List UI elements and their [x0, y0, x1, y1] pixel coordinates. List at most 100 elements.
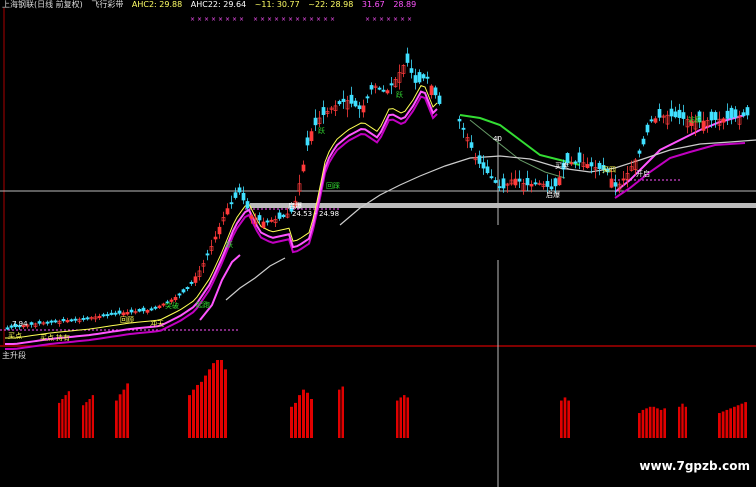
candle-body	[349, 94, 354, 104]
signal-marker: ×	[295, 16, 300, 23]
candle-body	[305, 137, 310, 146]
signal-bar	[663, 408, 666, 438]
signal-marker: ×	[197, 16, 202, 23]
annotation-label: 突破	[165, 301, 179, 310]
candle-body	[669, 108, 674, 117]
candle-body	[245, 201, 250, 209]
signal-bar	[733, 406, 736, 438]
signal-marker: ×	[239, 16, 244, 23]
peak-price-label: 40	[493, 135, 502, 143]
candle-body	[709, 111, 714, 121]
signal-marker: ×	[211, 16, 216, 23]
candle-body	[229, 202, 234, 205]
signal-marker: ×	[386, 16, 391, 23]
signal-bar	[192, 389, 195, 438]
candle-body	[549, 186, 554, 190]
candle-body	[417, 72, 422, 83]
signal-bar	[638, 413, 641, 438]
candle-body	[729, 107, 734, 119]
candle-body	[85, 317, 90, 320]
candle-body	[181, 289, 186, 293]
candle-body	[157, 305, 162, 308]
annotation-label: 买点	[40, 334, 54, 342]
signal-bar	[306, 392, 309, 438]
candle-body	[457, 118, 462, 122]
candle-body	[213, 236, 218, 240]
candle-body	[313, 117, 318, 126]
candle-body	[589, 162, 594, 167]
candle-body	[621, 178, 626, 181]
candle-body	[281, 214, 286, 218]
candle-body	[433, 87, 438, 96]
candle-body	[533, 182, 538, 185]
candle-body	[5, 327, 10, 330]
signal-bar	[122, 389, 126, 438]
candle-body	[573, 161, 578, 164]
candle-body	[557, 177, 562, 186]
signal-bar	[61, 399, 64, 438]
candle-body	[645, 124, 650, 133]
candle-body	[101, 314, 106, 317]
candle-body	[477, 155, 482, 164]
signal-bar	[725, 409, 729, 438]
candle-body	[641, 138, 646, 145]
candle-body	[109, 312, 114, 315]
annotation-label: 买卖	[555, 162, 569, 170]
candle-body	[673, 111, 678, 118]
candle-body	[365, 96, 370, 99]
signal-marker: ×	[260, 16, 265, 23]
candle-body	[409, 68, 414, 73]
candle-body	[725, 110, 730, 119]
candle-body	[613, 182, 618, 187]
candle-body	[569, 162, 574, 165]
candle-body	[733, 109, 738, 118]
candle-body	[69, 319, 74, 322]
annotation-label: 站稳	[688, 115, 702, 124]
candle-body	[237, 187, 242, 193]
signal-bar	[310, 399, 313, 438]
signal-bar	[684, 406, 687, 438]
candle-body	[113, 312, 118, 315]
signal-marker: ×	[372, 16, 377, 23]
signal-bar	[645, 408, 648, 438]
signal-marker: ×	[232, 16, 237, 23]
candle-body	[189, 281, 194, 284]
falling-green-dotted	[469, 119, 566, 179]
signal-bar	[681, 403, 684, 438]
band-upper-line	[199, 254, 241, 321]
candle-body	[637, 150, 642, 154]
candle-body	[97, 315, 102, 319]
candle-body	[713, 112, 718, 120]
candle-body	[741, 112, 746, 116]
candle-body	[377, 87, 382, 90]
signal-bar	[740, 403, 744, 438]
candle-body	[425, 76, 430, 79]
candle-body	[489, 176, 494, 179]
candle-body	[437, 95, 442, 104]
candle-body	[745, 107, 750, 116]
signal-bar	[656, 408, 659, 438]
candle-body	[721, 118, 726, 123]
signal-bar	[188, 395, 191, 438]
candle-body	[265, 220, 270, 223]
signal-marker: ×	[330, 16, 335, 23]
candle-body	[577, 152, 582, 163]
candle-body	[609, 178, 614, 188]
candle-body	[321, 107, 326, 116]
signal-marker: ×	[323, 16, 328, 23]
signal-marker: ×	[316, 16, 321, 23]
signal-bar	[216, 360, 219, 438]
candle-body	[261, 221, 266, 228]
right-band-lower	[614, 142, 746, 199]
candle-body	[701, 120, 706, 131]
signal-bar	[718, 413, 721, 438]
signal-bar	[744, 402, 747, 438]
signal-marker: ×	[379, 16, 384, 23]
signal-bar	[64, 395, 67, 438]
candle-body	[65, 320, 70, 323]
candle-body	[177, 293, 182, 296]
signal-bar	[652, 406, 656, 438]
signal-bar	[58, 402, 61, 438]
annotation-label: 跃	[226, 240, 233, 249]
low-price-label: 7.94	[12, 320, 28, 328]
